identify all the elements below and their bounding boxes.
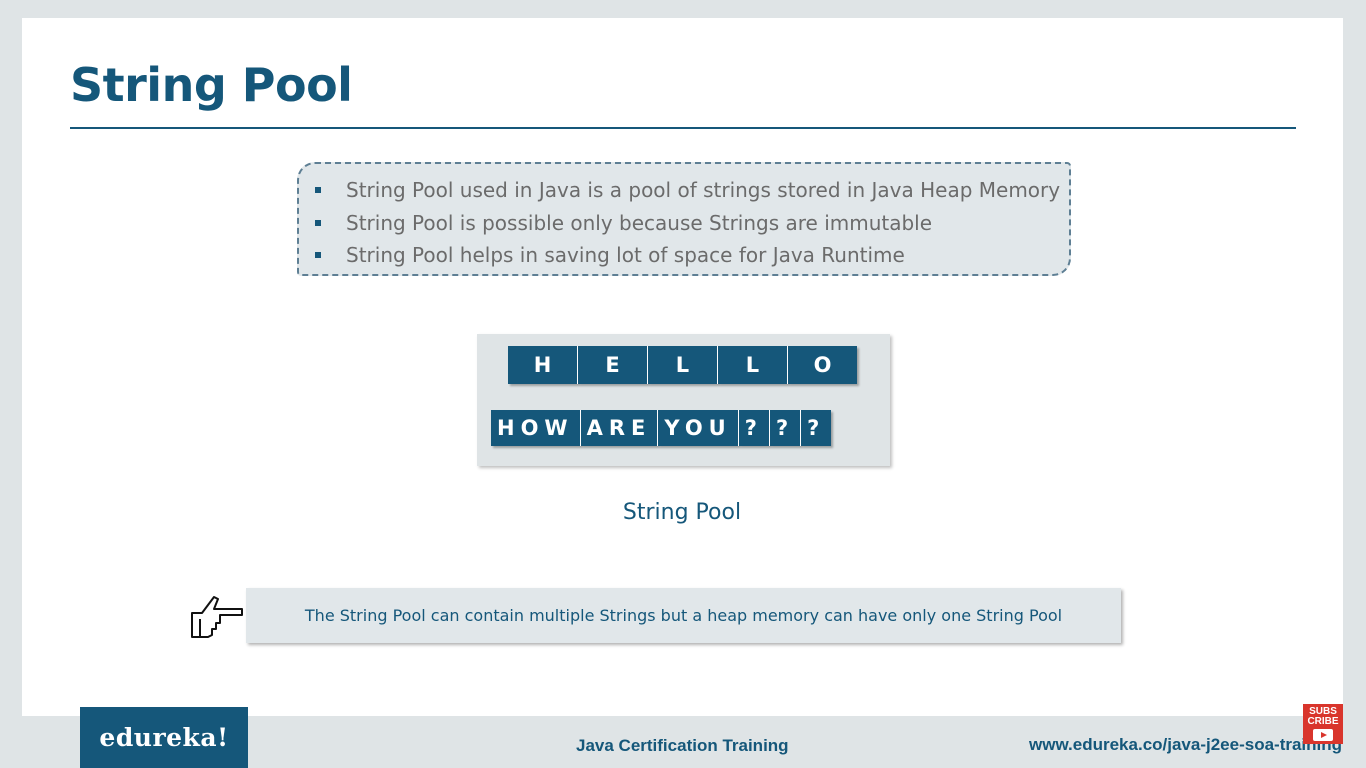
square-bullet-icon (315, 252, 321, 259)
bullet-text: String Pool used in Java is a pool of st… (346, 178, 1061, 203)
string-pool-figure: H E L L O HOW ARE YOU ? ? ? (477, 334, 890, 466)
bullet-item: String Pool helps in saving lot of space… (315, 239, 1069, 272)
letter-tile: O (788, 346, 857, 384)
letter-tile: L (648, 346, 718, 384)
course-title: Java Certification Training (576, 736, 789, 755)
how-are-you-tile-row: HOW ARE YOU ? ? ? (491, 410, 832, 446)
edureka-logo[interactable]: edureka! (80, 707, 248, 768)
bullet-box: String Pool used in Java is a pool of st… (297, 162, 1071, 276)
bullet-text: String Pool helps in saving lot of space… (346, 243, 905, 268)
slide-title: String Pool (70, 58, 353, 112)
square-bullet-icon (315, 187, 321, 194)
bullet-item: String Pool used in Java is a pool of st… (315, 174, 1069, 207)
footer-url-link[interactable]: www.edureka.co/java-j2ee-soa-training (1029, 735, 1342, 755)
word-tile: ? (738, 410, 770, 446)
slide: String Pool String Pool used in Java is … (22, 18, 1343, 716)
title-divider (70, 127, 1296, 129)
bullet-list: String Pool used in Java is a pool of st… (299, 164, 1069, 272)
letter-tile: E (578, 346, 648, 384)
note-box: The String Pool can contain multiple Str… (246, 588, 1121, 643)
word-tile: ? (801, 410, 832, 446)
subscribe-button[interactable]: SUBS CRIBE (1303, 704, 1343, 744)
letter-tile: L (718, 346, 788, 384)
hello-tile-row: H E L L O (508, 346, 857, 384)
bullet-item: String Pool is possible only because Str… (315, 207, 1069, 240)
figure-caption: String Pool (622, 500, 742, 525)
play-icon (1313, 729, 1333, 741)
letter-tile: H (508, 346, 578, 384)
pointing-hand-icon (191, 596, 243, 638)
word-tile: YOU (658, 410, 739, 446)
square-bullet-icon (315, 219, 321, 226)
word-tile: ? (769, 410, 802, 446)
bullet-text: String Pool is possible only because Str… (346, 210, 933, 235)
word-tile: HOW (491, 410, 581, 446)
note-text: The String Pool can contain multiple Str… (304, 606, 1063, 625)
subscribe-label-line2: CRIBE (1307, 716, 1339, 727)
word-tile: ARE (580, 410, 659, 446)
